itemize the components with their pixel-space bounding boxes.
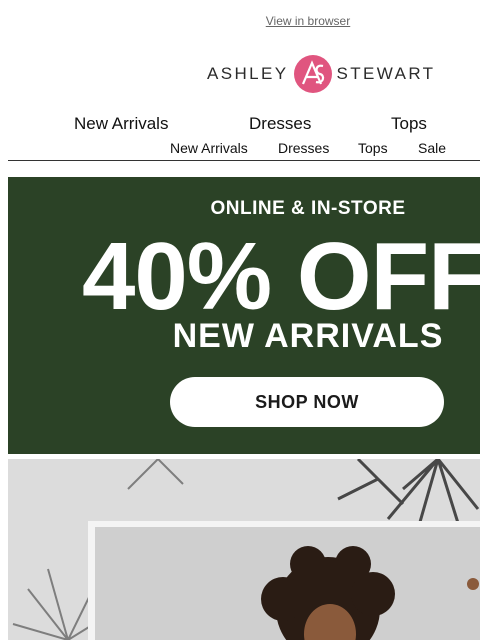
promo-subhead: NEW ARRIVALS <box>172 317 444 355</box>
brand-logo[interactable]: ASHLEY STEWART <box>207 52 435 96</box>
logo-right-word: STEWART <box>336 64 436 83</box>
hero-image[interactable] <box>8 459 480 640</box>
nav-primary-dresses[interactable]: Dresses <box>249 114 311 134</box>
view-in-browser-link[interactable]: View in browser <box>0 14 480 28</box>
nav-divider <box>8 160 480 161</box>
logo-left-word: ASHLEY <box>207 64 289 83</box>
logo-monogram-icon <box>293 55 332 93</box>
promo-eyebrow: ONLINE & IN-STORE <box>210 198 406 219</box>
nav-primary-new-arrivals[interactable]: New Arrivals <box>74 114 168 134</box>
palm-leaves-icon <box>8 459 480 640</box>
shop-now-button[interactable]: SHOP NOW <box>170 377 444 427</box>
promo-banner[interactable]: ONLINE & IN-STORE 40% OFF NEW ARRIVALS S… <box>8 177 480 454</box>
nav-secondary-new-arrivals[interactable]: New Arrivals <box>170 140 248 156</box>
nav-secondary-dresses[interactable]: Dresses <box>278 140 329 156</box>
nav-secondary-tops[interactable]: Tops <box>358 140 388 156</box>
secondary-nav: New Arrivals Dresses Tops Sale <box>0 140 480 158</box>
nav-primary-tops[interactable]: Tops <box>391 114 427 134</box>
nav-secondary-sale[interactable]: Sale <box>418 140 446 156</box>
primary-nav: New Arrivals Dresses Tops <box>0 114 480 136</box>
